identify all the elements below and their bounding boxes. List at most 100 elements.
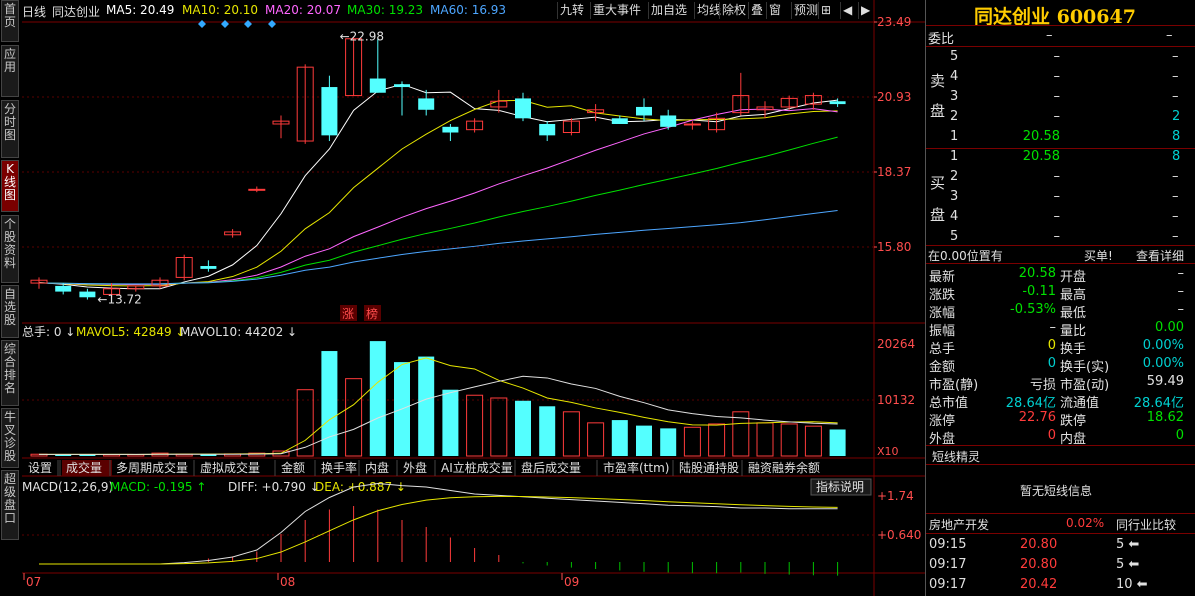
volume-bar: [636, 425, 652, 456]
quote-label: 总手: [929, 342, 956, 357]
layout-icon[interactable]: ⊞: [818, 2, 833, 19]
nav-8[interactable]: 超级盘口: [1, 470, 19, 540]
mavol10-label: MAVOL10: 44202 ↓: [180, 325, 297, 339]
period-label[interactable]: 日线: [22, 3, 46, 20]
indicator-tab-9[interactable]: 盘后成交量: [514, 460, 581, 476]
toolbar-button-5[interactable]: 叠: [748, 2, 765, 19]
chart-topbar: 日线 同达创业 MA5: 20.49 MA10: 20.10 MA20: 20.…: [22, 0, 870, 22]
sell-level: 4: [950, 69, 959, 84]
candle[interactable]: [515, 98, 531, 119]
indicator-tab-2[interactable]: 多周期成交量: [109, 460, 188, 476]
mavol5-label: MAVOL5: 42849 ↓: [76, 325, 185, 339]
price-axis-label: 23.49: [877, 15, 911, 29]
tick-price: 20.80: [1020, 537, 1058, 552]
quote-value2: 0.00%: [1142, 356, 1184, 371]
candle[interactable]: [79, 291, 96, 298]
next-icon[interactable]: ▶: [858, 2, 872, 19]
indicator-tab-6[interactable]: 内盘: [358, 460, 389, 476]
indicator-tab-5[interactable]: 换手率: [314, 460, 357, 476]
ma30-line: [38, 136, 838, 285]
sell-level: 3: [950, 89, 959, 104]
sell-price: –: [1053, 49, 1061, 64]
sell-label: 卖: [930, 72, 946, 90]
indicator-tab-7[interactable]: 外盘: [396, 460, 427, 476]
indicator-tab-4[interactable]: 金额: [274, 460, 305, 476]
buy-label2: 盘: [930, 206, 946, 224]
sell-volume: –: [1172, 49, 1179, 64]
nav-6[interactable]: 综合排名: [1, 340, 19, 406]
sell-volume: 8: [1172, 129, 1181, 144]
date-label: 07: [26, 575, 41, 589]
candle[interactable]: [611, 118, 628, 124]
quote-label: 涨停: [929, 414, 956, 429]
candle[interactable]: [539, 123, 556, 136]
candle[interactable]: [248, 188, 266, 191]
quote-value: 22.76: [1018, 410, 1056, 425]
sell-volume: –: [1172, 89, 1179, 104]
svg-text:金额: 金额: [281, 460, 305, 475]
volume-bar: [804, 425, 822, 457]
nav-3[interactable]: K线图: [1, 160, 19, 212]
volume-bar: [562, 411, 580, 457]
candle[interactable]: [660, 115, 677, 127]
toolbar-button-4[interactable]: 除权: [719, 2, 748, 19]
indicator-tab-12[interactable]: 融资融券余额: [741, 460, 820, 476]
macd-axis-label: +1.74: [877, 489, 914, 503]
quote-label2: 换手(实): [1060, 360, 1110, 375]
indicator-tab-8[interactable]: AI立桩成交量: [434, 460, 513, 476]
prev-icon[interactable]: ◀: [840, 2, 854, 19]
candle[interactable]: [442, 126, 459, 133]
quote-value2: 0: [1175, 428, 1184, 443]
divider: [926, 263, 1195, 264]
buy-price: 20.58: [1022, 149, 1060, 164]
sell-volume: 2: [1172, 109, 1181, 124]
quote-label: 涨跌: [929, 288, 956, 303]
candle[interactable]: [55, 285, 72, 292]
nav-0[interactable]: 首页: [1, 0, 19, 42]
indicator-tab-1[interactable]: 成交量: [59, 460, 112, 476]
candle[interactable]: [418, 98, 435, 110]
nav-7[interactable]: 牛叉诊股: [1, 408, 19, 468]
toolbar-button-0[interactable]: 九转: [557, 2, 586, 19]
toolbar-button-6[interactable]: 窗: [766, 2, 783, 19]
buy-level: 3: [950, 189, 959, 204]
svg-text:内盘: 内盘: [365, 460, 389, 475]
quote-label2: 量比: [1060, 324, 1087, 339]
candle[interactable]: [394, 84, 410, 88]
toolbar-button-2[interactable]: 加自选: [648, 2, 689, 19]
indicator-tab-3[interactable]: 虚拟成交量: [193, 460, 260, 476]
toolbar-button-1[interactable]: 重大事件: [590, 2, 643, 19]
volume-bar: [660, 428, 677, 456]
candle[interactable]: [829, 101, 846, 105]
industry-compare: 同行业比较: [1116, 518, 1177, 532]
macd-axis-label: +0.640: [877, 528, 921, 542]
left-nav: 首页 应用分时图 K线图个股资料自选股综合排名牛叉诊股超级盘口: [0, 0, 20, 596]
kline-chart[interactable]: 23.49 20.93 18.37 15.80 ←22.98 ←13.72 涨 榜总手: 0 …: [22, 0, 925, 596]
svg-text:陆股通持股: 陆股通持股: [679, 460, 739, 475]
candle[interactable]: [321, 87, 338, 136]
svg-text:外盘: 外盘: [403, 460, 427, 475]
sell-level: 1: [950, 129, 959, 144]
indicator-tab-11[interactable]: 陆股通持股: [672, 460, 739, 476]
nav-1[interactable]: 应用: [1, 45, 19, 97]
quote-value: -0.53%: [1010, 302, 1056, 317]
sell-price: –: [1053, 89, 1061, 104]
toolbar-button-7[interactable]: 预测: [791, 2, 820, 19]
volume-bar: [708, 423, 726, 457]
price-axis-label: 15.80: [877, 240, 911, 254]
quote-label2: 跌停: [1060, 414, 1087, 429]
indicator-explain-button[interactable]: 指标说明: [810, 478, 872, 496]
indicator-tab-0[interactable]: 设置: [28, 460, 59, 476]
quote-value: 28.64亿: [1005, 396, 1056, 411]
candle[interactable]: [636, 106, 652, 116]
nav-2[interactable]: 分时图: [1, 100, 19, 158]
buy-price: –: [1053, 209, 1061, 224]
nav-4[interactable]: 个股资料: [1, 215, 19, 283]
nav-5[interactable]: 自选股: [1, 285, 19, 338]
indicator-tab-10[interactable]: 市盈率(ttm): [596, 460, 669, 476]
candle[interactable]: [369, 78, 386, 93]
candle[interactable]: [683, 123, 701, 126]
divider: [926, 445, 1195, 446]
candle[interactable]: [200, 266, 217, 269]
volume-bar: [683, 426, 701, 457]
